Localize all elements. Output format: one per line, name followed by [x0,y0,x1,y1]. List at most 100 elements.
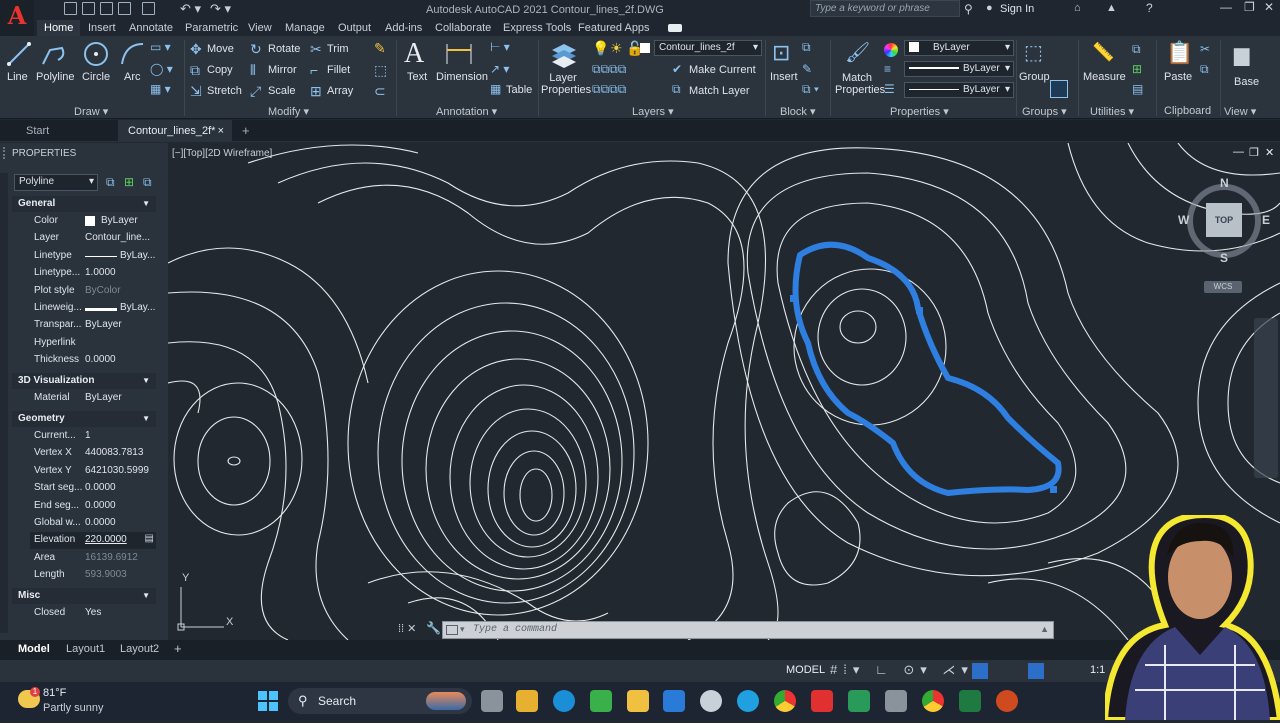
property-row[interactable]: End seg... 0.0000 [30,498,156,515]
paste-button[interactable]: Paste [1164,71,1192,83]
command-dropdown-icon[interactable]: ▾ [460,624,465,635]
palette-grip[interactable] [3,147,7,159]
tab-collaborate[interactable]: Collaborate [435,22,491,34]
tab-manage[interactable]: Manage [285,22,325,34]
viewcube-top-face[interactable]: TOP [1206,203,1242,237]
tab-express-tools[interactable]: Express Tools [503,22,571,34]
close-window-icon[interactable]: ✕ [1264,0,1274,14]
compass-w[interactable]: W [1178,213,1189,227]
layer-tools-icon[interactable]: ⧉⧉⧉⧉ [592,62,626,77]
open-file-icon[interactable] [82,2,95,15]
viewport-close-icon[interactable]: ✕ [1265,146,1274,159]
property-value[interactable]: 1 [85,430,156,441]
property-value[interactable]: Contour_line... [85,232,156,243]
tab-model[interactable]: Model [18,643,50,655]
quick-select-icon[interactable]: ⧉ [143,175,152,190]
property-value[interactable]: 6421030.5999 [85,465,156,476]
command-history-icon[interactable] [446,625,458,635]
match-properties-button[interactable]: Match Properties [835,72,885,96]
move-button[interactable]: Move [207,43,234,55]
file-explorer-icon[interactable] [627,690,649,712]
annotation-panel-label[interactable]: Annotation ▾ [436,105,497,118]
scale-button[interactable]: Scale [268,85,296,97]
restore-icon[interactable]: ❐ [1244,0,1255,14]
offset-icon[interactable]: ⊂ [374,83,386,100]
modify-panel-label[interactable]: Modify ▾ [268,105,309,118]
linetype-dropdown[interactable]: ByLayer ▾ [904,82,1014,98]
line-button[interactable]: Line [7,71,28,83]
tab-layout1[interactable]: Layout1 [66,643,105,655]
cart-icon[interactable]: ⌂ [1074,2,1081,14]
sign-in-link[interactable]: Sign In [1000,3,1034,15]
taskbar-search[interactable]: ⚲ Search [288,688,472,714]
select-objects-icon[interactable]: ⊞ [124,175,134,189]
section-misc[interactable]: Misc ▼ [12,588,156,604]
insert-button[interactable]: Insert [770,71,798,83]
grip-handle[interactable] [790,295,797,302]
tab-home[interactable]: Home [37,20,81,36]
app-icon-globe[interactable] [700,690,722,712]
tab-drawing[interactable]: Contour_lines_2f* × [118,120,232,142]
utilities-panel-label[interactable]: Utilities ▾ [1090,105,1134,118]
stretch-button[interactable]: Stretch [207,85,242,97]
autocad-icon[interactable] [811,690,833,712]
property-value[interactable]: 440083.7813 [85,447,156,458]
match-layer-button[interactable]: Match Layer [689,85,750,97]
polyline-button[interactable]: Polyline [36,71,75,83]
plot-icon[interactable] [142,2,155,15]
copy-button[interactable]: Copy [207,64,233,76]
tab-annotate[interactable]: Annotate [129,22,173,34]
viewport-min-icon[interactable]: — [1233,146,1244,158]
property-row[interactable]: Current... 1 [30,428,156,445]
property-row[interactable]: Transpar... ByLayer [30,317,156,334]
property-value[interactable]: 0.0000 [85,500,156,511]
linetype-icon[interactable]: ☰ [884,82,895,96]
property-value[interactable]: 0.0000 [85,482,156,493]
trim-button[interactable]: Trim [327,43,349,55]
navigation-bar[interactable] [1254,318,1278,478]
property-value[interactable]: ByColor [85,285,156,296]
weather-temp[interactable]: 81°F [43,687,66,699]
compass-e[interactable]: E [1262,213,1270,227]
section-general[interactable]: General ▼ [12,196,156,212]
property-row[interactable]: Length 593.9003 [30,567,156,584]
quick-select-icon[interactable]: ⧉ [1132,42,1141,57]
property-value[interactable]: 220.0000 [85,534,156,545]
make-current-button[interactable]: Make Current [689,64,756,76]
property-row[interactable]: Vertex Y 6421030.5999 [30,463,156,480]
fillet-button[interactable]: Fillet [327,64,350,76]
attribute-icon[interactable]: ⧉ ▾ [802,82,819,97]
group-button[interactable]: Group [1019,71,1050,83]
property-value[interactable]: 0.0000 [85,354,156,365]
array-button[interactable]: Array [327,85,353,97]
app-icon-cad[interactable] [885,690,907,712]
edge-icon[interactable] [553,690,575,712]
command-input[interactable]: ▾ Type a command ▲ [442,621,1054,639]
minimize-icon[interactable]: — [1220,0,1232,14]
section-geometry[interactable]: Geometry ▼ [12,411,156,427]
property-value[interactable]: ByLay... [120,302,156,313]
property-row[interactable]: Area 16139.6912 [30,550,156,567]
block-panel-label[interactable]: Block ▾ [780,105,815,118]
save-icon[interactable] [100,2,113,15]
grip-handle[interactable] [916,307,923,314]
app-icon-soft[interactable] [516,690,538,712]
tab-output[interactable]: Output [338,22,371,34]
help-icon[interactable]: ? [1146,1,1153,15]
color-dropdown[interactable]: ByLayer ▾ [904,40,1014,56]
circle-button[interactable]: Circle [82,71,110,83]
tab-insert[interactable]: Insert [88,22,116,34]
property-row[interactable]: Layer Contour_line... [30,230,156,247]
app-icon-map[interactable] [737,690,759,712]
color-wheel-icon[interactable] [884,43,898,57]
object-type-dropdown[interactable]: Polyline ▾ [14,174,98,191]
status-toggles[interactable]: #⁞▾ ∟ ⊙▾ ⋌▾ [830,662,974,678]
property-value[interactable]: 16139.6912 [85,552,156,563]
toggle-pickadd-icon[interactable]: ⧉ [106,175,115,190]
section-3d-visualization[interactable]: 3D Visualization ▼ [12,373,156,389]
layer-tools2-icon[interactable]: ⧉⧉⧉⧉ [592,82,626,97]
gradient-icon[interactable]: ▦ ▾ [150,82,171,96]
new-tab-icon[interactable]: + [232,120,260,142]
search-icon[interactable]: ⚲ [964,2,973,16]
property-row[interactable]: Color ByLayer [30,213,156,230]
